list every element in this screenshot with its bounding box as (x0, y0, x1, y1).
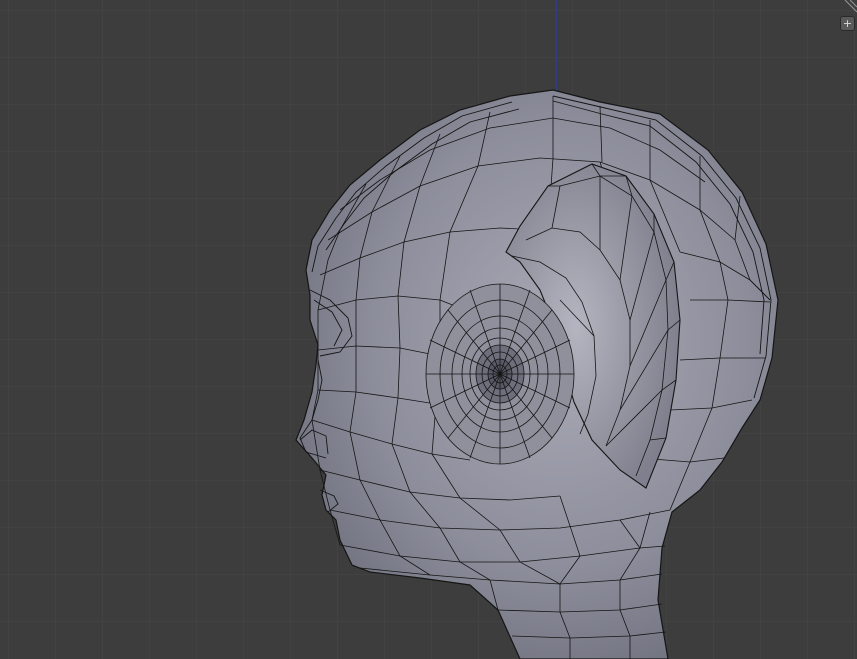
ear-canal-rings (425, 283, 575, 465)
plus-icon[interactable]: + (840, 16, 855, 31)
3d-viewport[interactable]: + (0, 0, 857, 659)
viewport-canvas[interactable] (0, 0, 857, 659)
region-split-icon[interactable] (841, 0, 857, 14)
